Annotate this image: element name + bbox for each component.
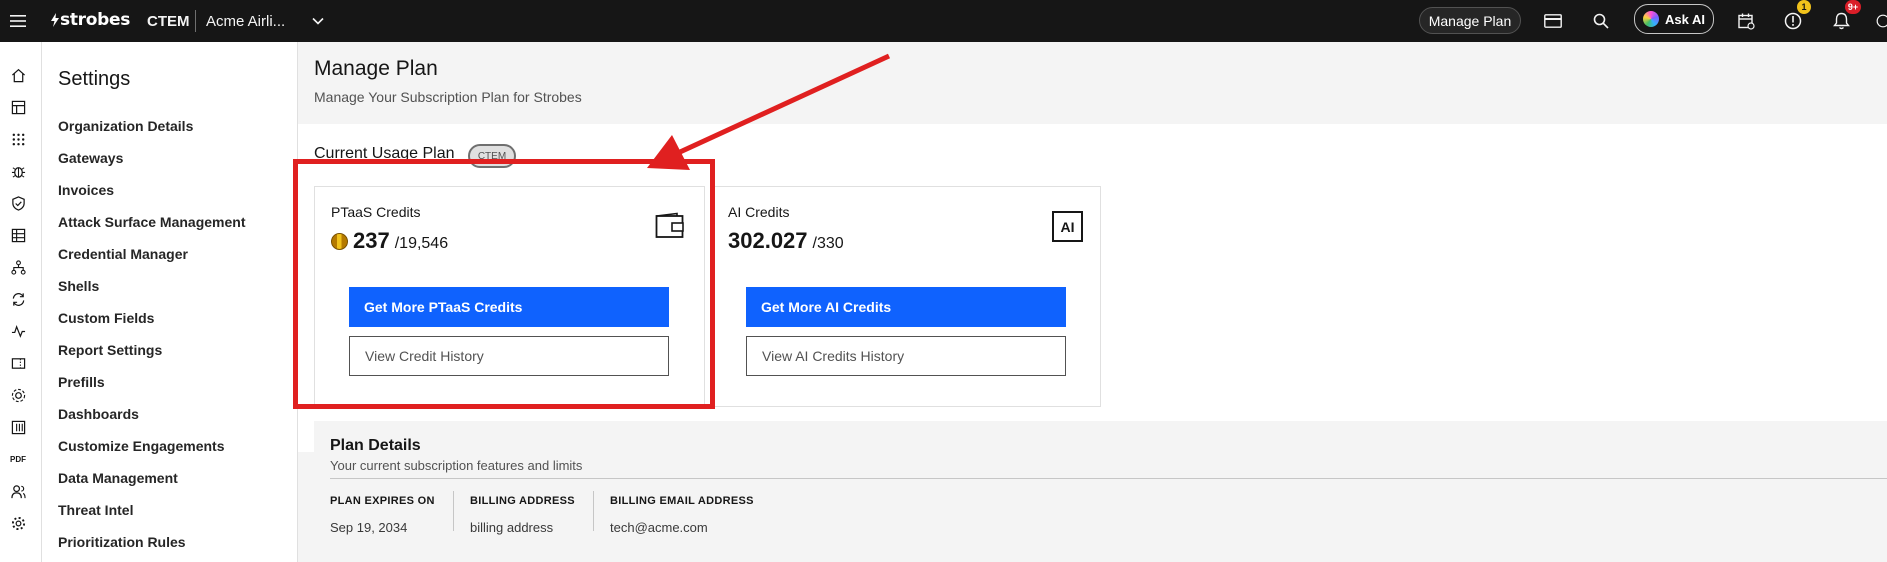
- sidebar-item-attack-surface-management[interactable]: Attack Surface Management: [58, 214, 246, 230]
- plan-details-subtitle: Your current subscription features and l…: [330, 458, 583, 473]
- ptaas-credit-value: 237 /19,546: [331, 228, 448, 254]
- users-icon[interactable]: [10, 483, 26, 499]
- field-divider: [453, 491, 454, 531]
- sidebar-item-prioritization-rules[interactable]: Prioritization Rules: [58, 534, 186, 550]
- sidebar-item-gateways[interactable]: Gateways: [58, 150, 123, 166]
- shield-check-icon[interactable]: [10, 195, 26, 211]
- billing-email-value: tech@acme.com: [610, 520, 708, 535]
- integrations-icon[interactable]: [10, 387, 26, 403]
- settings-sidebar: Settings Organization Details Gateways I…: [42, 42, 298, 562]
- activity-icon[interactable]: [10, 323, 26, 339]
- alert-count-badge: 1: [1797, 0, 1811, 14]
- manage-plan-button[interactable]: Manage Plan: [1419, 7, 1521, 34]
- plan-details-section: Plan Details Your current subscription f…: [314, 421, 1887, 562]
- notification-bell-icon[interactable]: [1831, 11, 1851, 31]
- sidebar-item-shells[interactable]: Shells: [58, 278, 99, 294]
- network-tree-icon[interactable]: [10, 259, 26, 275]
- sidebar-item-report-settings[interactable]: Report Settings: [58, 342, 162, 358]
- page-title: Manage Plan: [314, 57, 438, 80]
- report-columns-icon[interactable]: [10, 419, 26, 435]
- ptaas-credits-used: 237: [353, 228, 390, 253]
- bug-icon[interactable]: [10, 163, 26, 179]
- plan-details-title: Plan Details: [330, 437, 421, 454]
- credit-card-icon[interactable]: [1543, 11, 1563, 31]
- sidebar-item-data-management[interactable]: Data Management: [58, 470, 178, 486]
- notification-count-badge: 9+: [1845, 0, 1861, 14]
- dashboard-icon[interactable]: [10, 99, 26, 115]
- sidebar-item-organization-details[interactable]: Organization Details: [58, 118, 193, 134]
- sidebar-title: Settings: [58, 68, 131, 90]
- billing-email-label: BILLING EMAIL ADDRESS: [610, 495, 754, 507]
- ai-orb-icon: [1643, 11, 1659, 27]
- sidebar-item-invoices[interactable]: Invoices: [58, 182, 114, 198]
- brand-logo[interactable]: strobes: [50, 8, 130, 32]
- ai-icon: AI: [1052, 211, 1083, 242]
- ai-card-title: AI Credits: [728, 204, 790, 220]
- settings-gear-icon[interactable]: [10, 515, 26, 531]
- ai-credits-total: /330: [812, 235, 844, 252]
- sync-settings-icon[interactable]: [10, 291, 26, 307]
- ptaas-card-title: PTaaS Credits: [331, 204, 421, 220]
- plan-tag: CTEM: [468, 144, 516, 168]
- wallet-icon: [655, 212, 685, 240]
- credit-coin-icon: [331, 233, 348, 250]
- page-subtitle: Manage Your Subscription Plan for Strobe…: [314, 89, 582, 105]
- sidebar-item-threat-intel[interactable]: Threat Intel: [58, 502, 133, 518]
- calendar-settings-icon[interactable]: [1736, 11, 1756, 31]
- ticket-icon[interactable]: [10, 355, 26, 371]
- ai-credits-card: AI Credits 302.027 /330 AI Get More AI C…: [713, 186, 1101, 407]
- billing-address-label: BILLING ADDRESS: [470, 495, 575, 507]
- pdf-icon[interactable]: PDF: [10, 451, 26, 467]
- ask-ai-label: Ask AI: [1665, 11, 1705, 27]
- home-icon[interactable]: [10, 67, 26, 83]
- brand-name: strobes: [60, 10, 131, 30]
- view-credit-history-button[interactable]: View Credit History: [349, 336, 669, 376]
- topbar-divider: [195, 10, 196, 32]
- product-name: CTEM: [147, 12, 190, 30]
- sidebar-item-credential-manager[interactable]: Credential Manager: [58, 246, 188, 262]
- strobes-bolt-icon: [51, 13, 59, 27]
- alert-icon[interactable]: [1783, 11, 1803, 31]
- table-icon[interactable]: [10, 227, 26, 243]
- sidebar-item-custom-fields[interactable]: Custom Fields: [58, 310, 154, 326]
- billing-address-value: billing address: [470, 520, 554, 535]
- plan-expires-value: Sep 19, 2034: [330, 520, 408, 535]
- top-navigation-bar: strobes CTEM Acme Airli... Manage Plan A…: [0, 0, 1887, 42]
- hamburger-menu-icon[interactable]: [8, 11, 28, 31]
- left-icon-rail: PDF: [0, 42, 42, 562]
- organization-selector[interactable]: Acme Airli...: [206, 9, 285, 33]
- view-ai-credits-history-button[interactable]: View AI Credits History: [746, 336, 1066, 376]
- sidebar-item-prefills[interactable]: Prefills: [58, 374, 105, 390]
- ask-ai-button[interactable]: Ask AI: [1634, 4, 1714, 34]
- apps-grid-icon[interactable]: [10, 131, 26, 147]
- sidebar-item-dashboards[interactable]: Dashboards: [58, 406, 139, 422]
- field-divider: [593, 491, 594, 531]
- ptaas-credits-card: PTaaS Credits 237 /19,546 Get More PTaaS…: [314, 186, 705, 407]
- chevron-down-icon[interactable]: [308, 11, 328, 31]
- ptaas-credits-total: /19,546: [394, 235, 449, 252]
- user-avatar-icon[interactable]: [1876, 11, 1887, 31]
- get-more-ai-credits-button[interactable]: Get More AI Credits: [746, 287, 1066, 327]
- plan-details-divider: [330, 478, 1887, 479]
- main-content: Manage Plan Manage Your Subscription Pla…: [298, 42, 1887, 562]
- ai-credits-used: 302.027: [728, 228, 808, 253]
- plan-expires-label: PLAN EXPIRES ON: [330, 495, 435, 507]
- sidebar-item-customize-engagements[interactable]: Customize Engagements: [58, 438, 224, 454]
- ai-credit-value: 302.027 /330: [728, 228, 844, 254]
- get-more-ptaas-credits-button[interactable]: Get More PTaaS Credits: [349, 287, 669, 327]
- search-icon[interactable]: [1591, 11, 1611, 31]
- current-usage-label: Current Usage Plan: [314, 145, 455, 162]
